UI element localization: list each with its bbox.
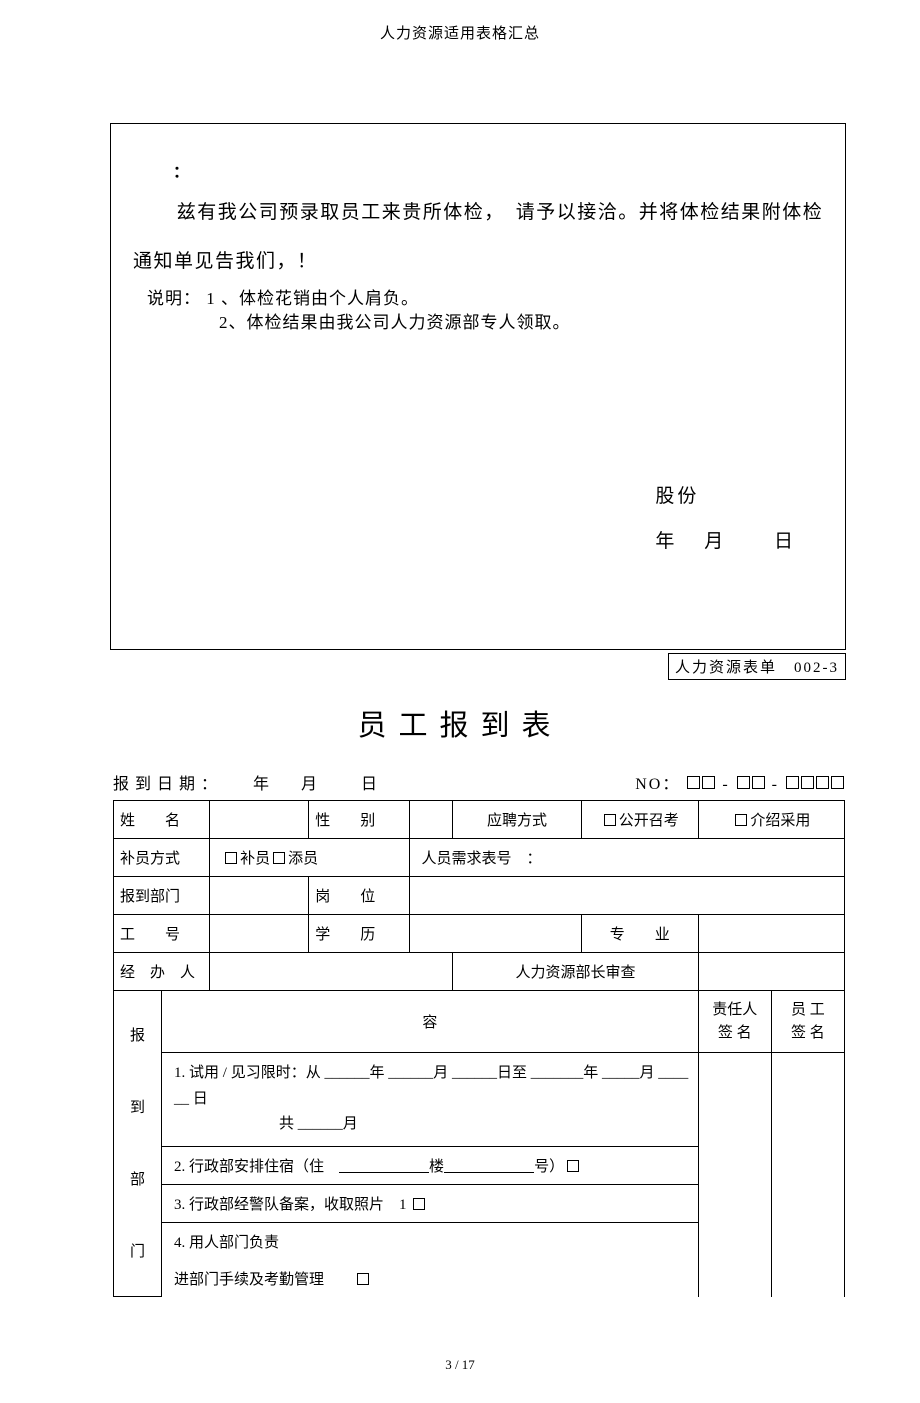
label-major: 专 业 [581,915,698,953]
letter-colon: ： [173,158,835,182]
value-report-dept[interactable] [210,877,309,915]
note-1: 1 、体检花销由个人肩负。 [206,289,419,308]
page-footer: 3 / 17 [0,1357,920,1373]
content-line-2[interactable]: 2. 行政部安排住宿（住 楼号） [162,1146,699,1184]
content-line-3[interactable]: 3. 行政部经警队备案，收取照片 1 [162,1184,699,1222]
content-line-4[interactable]: 4. 用人部门负责 [162,1222,699,1260]
report-year: 年 [253,776,271,793]
label-handler: 经 办 人 [114,953,210,991]
value-hr-chief-review[interactable] [698,953,844,991]
label-emp-sign: 员 工 签 名 [771,991,844,1053]
letter-box: ： 兹有我公司预录取员工来贵所体检， 请予以接洽。并将体检结果附体检通知单见告我… [110,123,846,650]
report-month: 月 [301,776,319,793]
form-id-badge: 人力资源表单 002-3 [668,653,846,680]
label-supplement-method: 补员方式 [114,839,210,877]
report-date-label: 报到日期： [113,776,223,793]
month-label: 月 [704,531,725,552]
value-gender[interactable] [409,801,453,839]
value-post[interactable] [409,877,845,915]
value-name[interactable] [210,801,309,839]
day-label: 日 [774,531,795,552]
signature-company: 股份 [655,474,795,520]
report-day: 日 [361,776,379,793]
label-emp-no: 工 号 [114,915,210,953]
label-name: 姓 名 [114,801,210,839]
value-handler[interactable] [210,953,453,991]
emp-sign-cell[interactable] [771,1053,844,1297]
option-intro-hire[interactable]: 介绍采用 [698,801,844,839]
demand-number[interactable]: 人员需求表号 ： [409,839,845,877]
letter-body: 兹有我公司预录取员工来贵所体检， 请予以接洽。并将体检结果附体检通知单见告我们，… [133,188,829,287]
note-label: 说明： [147,289,201,308]
option-public-exam[interactable]: 公开召考 [581,801,698,839]
label-owner-sign: 责任人 签 名 [698,991,771,1053]
report-table: 姓 名 性 别 应聘方式 公开召考 介绍采用 补员方式 补员添员 人员需求表号 … [113,800,845,1297]
letter-notes: 说明： 1 、体检花销由个人肩负。 2、体检结果由我公司人力资源部专人领取。 [147,287,835,336]
no-field: NO： - - [635,770,845,794]
form-id-code: 002-3 [794,660,839,676]
no-label: NO： [635,776,680,793]
signature-date: 年 月 日 [655,519,795,565]
content-line-5[interactable]: 进部门手续及考勤管理 [162,1260,699,1297]
label-hr-chief-review: 人力资源部长审查 [453,953,698,991]
form-id-label: 人力资源表单 [675,660,777,676]
page-header: 人力资源适用表格汇总 [0,22,920,43]
label-gender: 性 别 [309,801,409,839]
label-edu: 学 历 [309,915,409,953]
content-header: 容 [162,991,699,1053]
note-2: 2、体检结果由我公司人力资源部专人领取。 [219,311,835,336]
form-title: 员工报到表 [0,702,920,744]
report-date-row: 报到日期： 年 月 日 NO： - - [113,770,845,794]
signature-block: 股份 年 月 日 [655,474,795,565]
value-major[interactable] [698,915,844,953]
year-label: 年 [655,531,676,552]
label-report-dept: 报到部门 [114,877,210,915]
value-emp-no[interactable] [210,915,309,953]
owner-sign-cell[interactable] [698,1053,771,1297]
label-apply-method: 应聘方式 [453,801,581,839]
label-report-dept-side: 报 到 部 门 [114,991,162,1297]
label-post: 岗 位 [309,877,409,915]
value-edu[interactable] [409,915,581,953]
supplement-options[interactable]: 补员添员 [210,839,409,877]
content-line-1[interactable]: 1. 试用 / 见习限时：从 ______年 ______月 ______日至 … [162,1053,699,1147]
